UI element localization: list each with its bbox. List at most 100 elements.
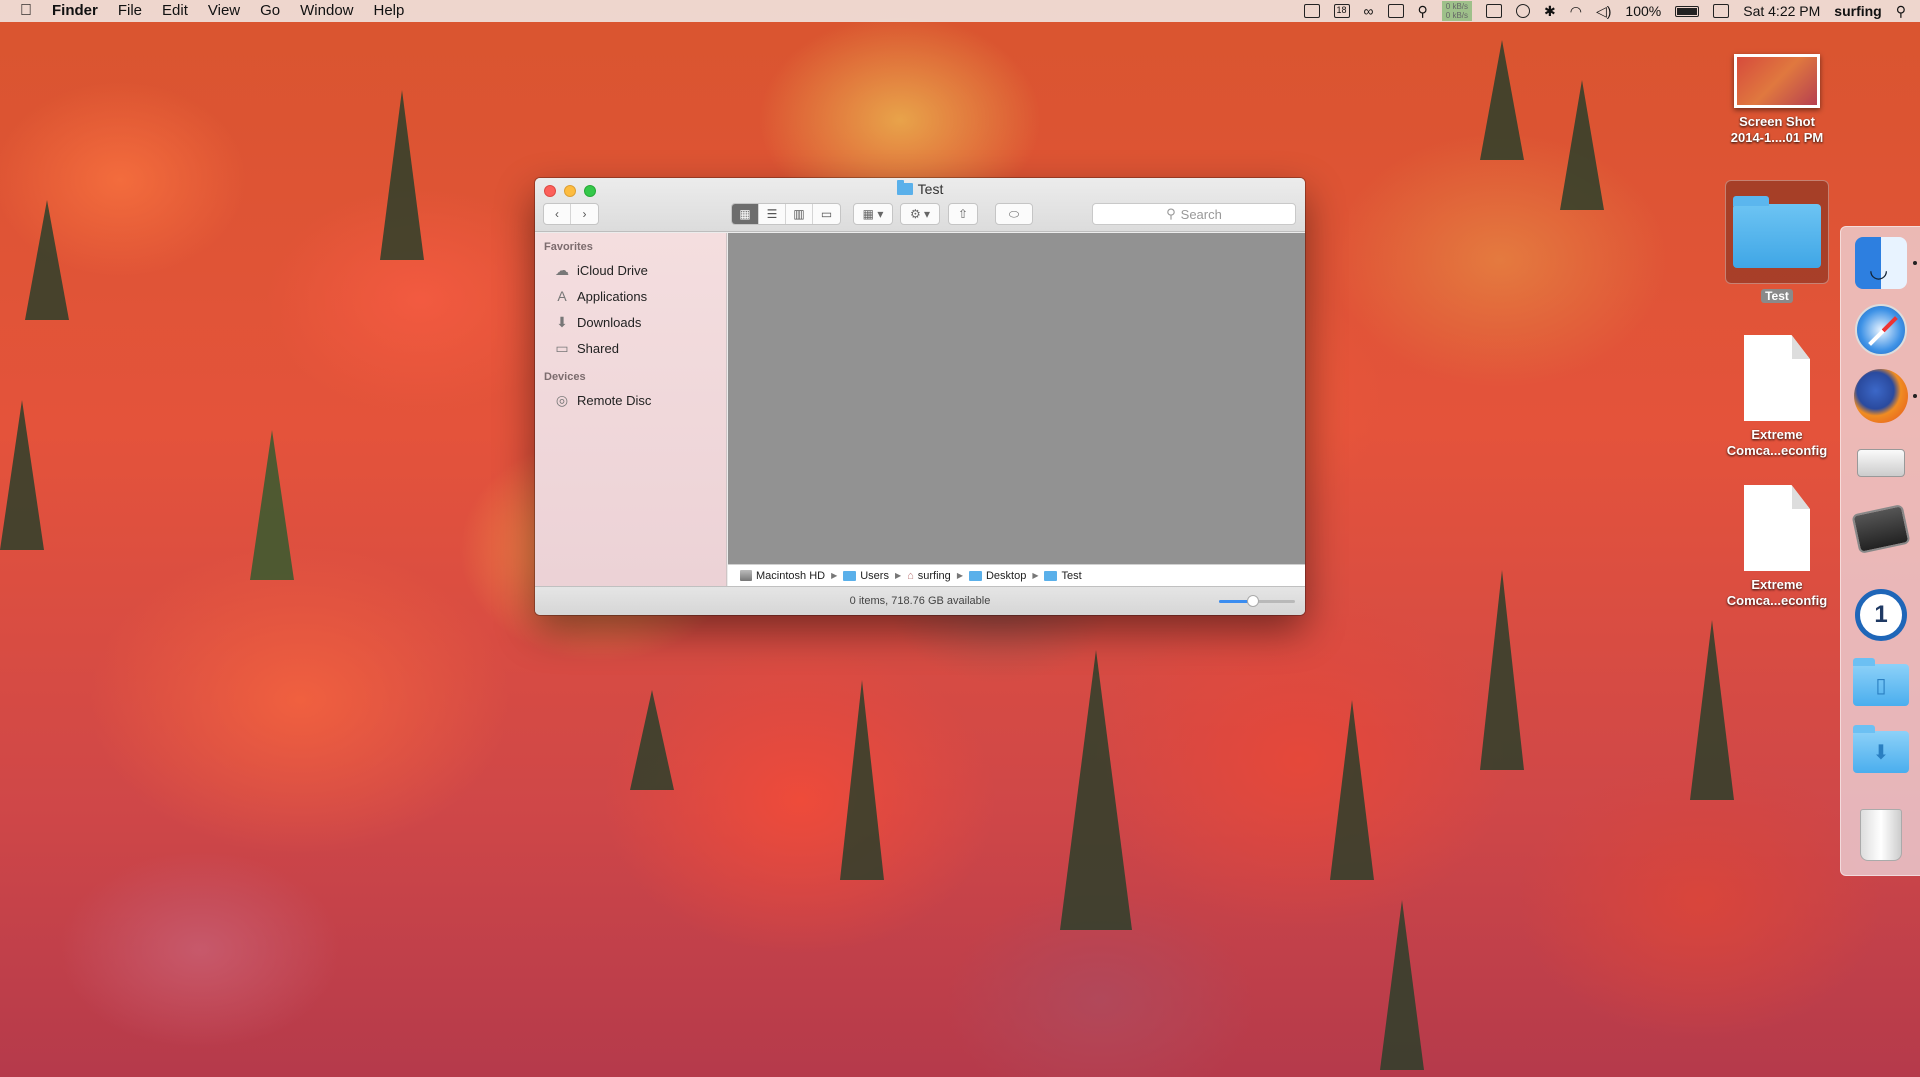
- view-mode-selector: ▦ ☰ ▥ ▭: [731, 203, 841, 225]
- broom-icon[interactable]: ⚲: [1418, 3, 1428, 20]
- battery-percent[interactable]: 100%: [1625, 3, 1661, 19]
- window-title: Test: [535, 180, 1305, 197]
- printer-icon: [1857, 449, 1905, 477]
- airplay-icon[interactable]: [1486, 4, 1503, 18]
- menu-extra-icon[interactable]: [1387, 4, 1404, 18]
- netspeed-down: 0 kB/s: [1445, 11, 1469, 20]
- folder-icon: [843, 570, 857, 581]
- sidebar-item-remote-disc[interactable]: ◎ Remote Disc: [535, 387, 726, 413]
- battery-icon[interactable]: [1675, 5, 1700, 17]
- desktop-item-label: Test: [1761, 289, 1793, 303]
- wallpaper-tree: [0, 400, 44, 550]
- folder-selection-highlight: [1725, 180, 1829, 284]
- wallpaper-tree: [1690, 620, 1734, 800]
- dock-item-firefox[interactable]: [1853, 368, 1909, 424]
- path-item-macintosh-hd[interactable]: Macintosh HD: [740, 570, 825, 582]
- sidebar-item-downloads[interactable]: ⬇ Downloads: [535, 309, 726, 335]
- sidebar-item-label: Shared: [577, 340, 619, 356]
- disc-icon: ◎: [555, 391, 569, 408]
- menu-window[interactable]: Window: [290, 0, 363, 22]
- dock-item-finder[interactable]: [1853, 235, 1909, 291]
- desktop-item-label: Screen Shot: [1739, 114, 1815, 129]
- action-button[interactable]: ⚙ ▾: [900, 203, 940, 225]
- spotlight-icon[interactable]: ⚲: [1896, 3, 1906, 20]
- sidebar-item-label: Downloads: [577, 314, 642, 330]
- clock[interactable]: Sat 4:22 PM: [1743, 3, 1820, 19]
- dock-item-1password[interactable]: 1: [1853, 587, 1909, 643]
- sidebar-header-favorites: Favorites: [544, 241, 593, 253]
- sidebar-item-shared[interactable]: ▭ Shared: [535, 335, 726, 361]
- user-menu-icon[interactable]: [1713, 4, 1730, 18]
- path-item-users[interactable]: Users: [843, 570, 889, 582]
- tags-button[interactable]: ⬭: [995, 203, 1033, 225]
- applications-icon: A: [557, 288, 567, 304]
- desktop-item-document[interactable]: Extreme Comca...econfig: [1717, 335, 1837, 459]
- path-bar: Macintosh HD ▶ Users ▶ ⌂ surfing ▶ Deskt…: [728, 564, 1305, 586]
- glasses-icon[interactable]: ∞: [1364, 3, 1374, 19]
- path-item-test[interactable]: Test: [1044, 570, 1082, 582]
- folder-icon: ▭: [555, 339, 569, 356]
- dock-item-downloads[interactable]: ⬇: [1853, 724, 1909, 780]
- hard-drive-icon: [740, 570, 752, 581]
- back-button[interactable]: ‹: [544, 204, 571, 224]
- path-label: Macintosh HD: [756, 569, 826, 582]
- wifi-icon[interactable]: ◠: [1570, 3, 1582, 20]
- search-field[interactable]: ⚲ Search: [1092, 203, 1296, 225]
- forward-button[interactable]: ›: [571, 204, 598, 224]
- window-titlebar[interactable]: Test ‹ › ▦ ☰ ▥ ▭ ▦ ▾ ⚙ ▾ ⇧ ⬭ ⚲ Search: [535, 178, 1305, 232]
- path-label: Users: [860, 569, 889, 582]
- dock-item-documents[interactable]: ▯: [1853, 657, 1909, 713]
- document-icon: [1744, 485, 1810, 571]
- firefox-icon: [1854, 369, 1908, 423]
- share-button[interactable]: ⇧: [948, 203, 978, 225]
- path-item-desktop[interactable]: Desktop: [968, 570, 1026, 582]
- wallpaper-tree: [1480, 40, 1524, 160]
- cover-flow-view-button[interactable]: ▭: [813, 204, 840, 224]
- menu-view[interactable]: View: [198, 0, 250, 22]
- dock-item-safari[interactable]: [1853, 302, 1909, 358]
- document-icon: [1744, 335, 1810, 421]
- path-separator: ▶: [894, 571, 902, 580]
- path-separator: ▶: [831, 571, 838, 580]
- wallpaper-tree: [1060, 650, 1132, 930]
- path-item-surfing[interactable]: ⌂ surfing: [907, 570, 951, 582]
- menu-bar:  Finder File Edit View Go Window Help 1…: [0, 0, 1920, 22]
- apple-icon[interactable]: : [0, 2, 52, 20]
- wallpaper-tree: [840, 680, 884, 880]
- desktop-item-label: Extreme: [1751, 577, 1803, 592]
- trash-icon: [1860, 809, 1902, 861]
- list-view-button[interactable]: ☰: [759, 204, 786, 224]
- slider-knob[interactable]: [1247, 595, 1260, 607]
- menu-app-finder[interactable]: Finder: [52, 0, 108, 22]
- running-indicator: [1913, 394, 1917, 398]
- sidebar: Favorites ☁ iCloud Drive A Applications …: [535, 233, 727, 586]
- desktop-item-test-folder[interactable]: Test: [1717, 180, 1837, 303]
- sidebar-item-icloud-drive[interactable]: ☁ iCloud Drive: [535, 257, 726, 283]
- network-speed-monitor[interactable]: 0 kB/s 0 kB/s: [1441, 1, 1473, 21]
- menu-help[interactable]: Help: [364, 0, 415, 22]
- column-view-button[interactable]: ▥: [786, 204, 813, 224]
- volume-icon[interactable]: ◁): [1596, 3, 1611, 20]
- menu-edit[interactable]: Edit: [152, 0, 198, 22]
- time-machine-icon[interactable]: [1516, 4, 1531, 18]
- dock-item-trash[interactable]: [1853, 807, 1909, 863]
- sidebar-item-applications[interactable]: A Applications: [535, 283, 726, 309]
- icon-view-button[interactable]: ▦: [732, 204, 759, 224]
- menu-go[interactable]: Go: [250, 0, 290, 22]
- desktop-item-screenshot[interactable]: Screen Shot 2014-1....01 PM: [1717, 54, 1837, 146]
- wallpaper-tree: [1380, 900, 1424, 1070]
- file-browser-area[interactable]: [728, 233, 1305, 564]
- bluetooth-icon[interactable]: ✱: [1544, 3, 1556, 20]
- folder-icon: [896, 180, 913, 195]
- desktop-item-document[interactable]: Extreme Comca...econfig: [1717, 485, 1837, 609]
- menu-file[interactable]: File: [108, 0, 152, 22]
- icon-size-slider[interactable]: [1219, 595, 1295, 607]
- path-label: surfing: [917, 569, 951, 582]
- calendar-icon[interactable]: 18: [1333, 4, 1350, 18]
- dropbox-icon[interactable]: [1303, 4, 1320, 18]
- dock-item-printer[interactable]: [1853, 435, 1909, 491]
- username[interactable]: surfing: [1834, 3, 1881, 19]
- dock-item-photo-printer[interactable]: [1851, 501, 1911, 557]
- arrange-button[interactable]: ▦ ▾: [853, 203, 893, 225]
- desktop-item-label: Comca...econfig: [1726, 443, 1828, 458]
